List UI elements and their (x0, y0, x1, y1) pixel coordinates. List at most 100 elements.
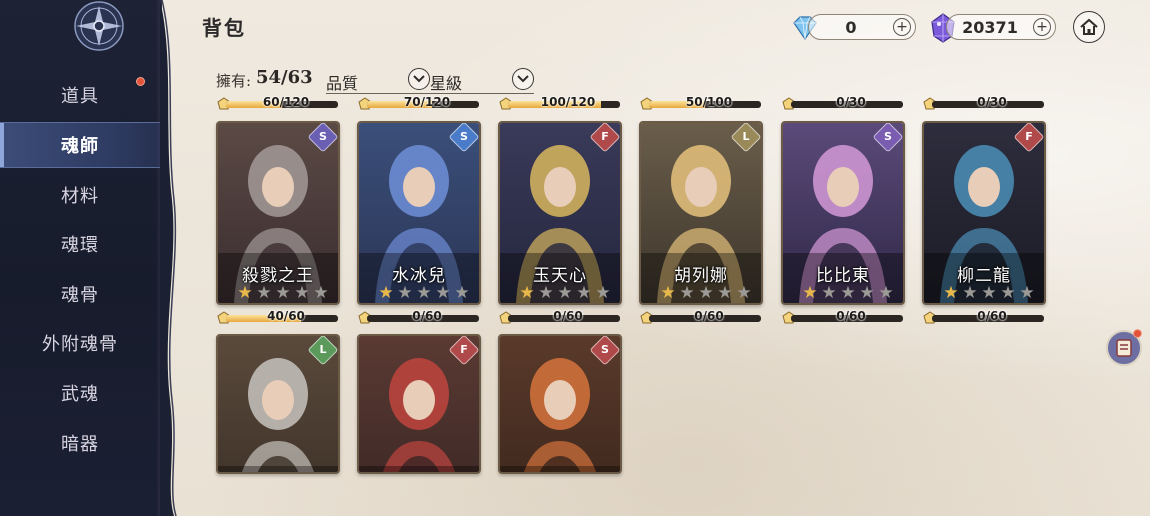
star-filter-label: 星級 (430, 74, 463, 93)
star-icon: ★ (378, 283, 394, 303)
card-progress-bar: 60/120 (216, 95, 340, 111)
star-icon: ★ (679, 283, 695, 303)
star-icon: ★ (275, 283, 291, 303)
star-icon: ★ (660, 283, 676, 303)
progress-text: 0/30 (977, 95, 1007, 109)
card-progress-bar: 0/60 (639, 309, 763, 325)
progress-text: 70/120 (403, 95, 451, 109)
card-progress-bar: 70/120 (357, 95, 481, 111)
soul-master-card[interactable]: L (216, 334, 340, 474)
chevron-down-icon (512, 68, 534, 90)
soul-master-card[interactable]: L 胡列娜 ★ ★ ★ ★ ★ (639, 121, 763, 305)
star-icon: ★ (519, 283, 535, 303)
diamond-value: 0 (845, 17, 857, 37)
progress-text: 0/60 (553, 309, 583, 323)
sidebar-item-materials[interactable]: 材料 (0, 172, 160, 218)
sidebar-item-label: 材料 (61, 186, 99, 207)
star-icon: ★ (313, 283, 329, 303)
star-icon: ★ (859, 283, 875, 303)
card-progress-bar: 0/60 (922, 309, 1046, 325)
star-rating: ★ ★ ★ ★ ★ (801, 284, 895, 302)
soul-master-card[interactable]: F 柳二龍 ★ ★ ★ ★ ★ (922, 121, 1046, 305)
logo-icon (74, 1, 124, 51)
sidebar-item-label: 武魂 (61, 384, 99, 405)
page-title: 背包 (202, 16, 246, 40)
star-icon: ★ (435, 283, 451, 303)
home-icon (1080, 18, 1098, 35)
card-progress-bar: 40/60 (216, 309, 340, 325)
progress-text: 100/120 (540, 95, 596, 109)
notification-dot-icon (136, 77, 145, 86)
soul-crystal-counter: 20371 + (946, 14, 1056, 40)
sidebar-item-label: 外附魂骨 (42, 334, 118, 355)
soul-master-card[interactable]: S 比比東 ★ ★ ★ ★ ★ (781, 121, 905, 305)
sidebar-item-label: 魂環 (61, 235, 99, 256)
soul-master-card[interactable]: S 水冰兒 ★ ★ ★ ★ ★ (357, 121, 481, 305)
star-icon: ★ (698, 283, 714, 303)
star-icon: ★ (802, 283, 818, 303)
sidebar-item-soul-masters[interactable]: 魂師 (0, 122, 160, 168)
scroll-icon (1116, 339, 1132, 357)
star-icon: ★ (538, 283, 554, 303)
card-progress-bar: 0/60 (357, 309, 481, 325)
sidebar-item-label: 魂骨 (61, 285, 99, 306)
sidebar-item-soul-rings[interactable]: 魂環 (0, 221, 160, 267)
soul-master-card[interactable]: S (498, 334, 622, 474)
sidebar: 道具 魂師 材料 魂環 魂骨 外附魂骨 武魂 暗器 (0, 0, 162, 516)
soul-master-card[interactable]: F (357, 334, 481, 474)
star-icon: ★ (981, 283, 997, 303)
star-icon: ★ (878, 283, 894, 303)
progress-text: 60/120 (262, 95, 310, 109)
progress-text: 50/100 (685, 95, 733, 109)
notification-dot-icon (1133, 329, 1142, 338)
soul-crystal-value: 20371 (962, 17, 1018, 37)
soul-master-card[interactable]: S 殺戮之王 ★ ★ ★ ★ ★ (216, 121, 340, 305)
sidebar-item-label: 道具 (61, 86, 99, 107)
star-icon: ★ (454, 283, 470, 303)
star-icon: ★ (1000, 283, 1016, 303)
star-icon: ★ (736, 283, 752, 303)
star-icon: ★ (237, 283, 253, 303)
card-progress-bar: 0/60 (781, 309, 905, 325)
card-progress-bar: 100/120 (498, 95, 622, 111)
card-progress-bar: 50/100 (639, 95, 763, 111)
sidebar-edge-ornament (160, 0, 177, 516)
quality-filter-dropdown[interactable]: 品質 (326, 68, 430, 94)
star-rating: ★ ★ ★ ★ ★ (236, 284, 330, 302)
sidebar-item-martial-souls[interactable]: 武魂 (0, 370, 160, 416)
star-icon: ★ (943, 283, 959, 303)
star-icon: ★ (1019, 283, 1035, 303)
card-progress-bar: 0/30 (922, 95, 1046, 111)
star-icon: ★ (397, 283, 413, 303)
chevron-down-icon (408, 68, 430, 90)
sidebar-item-label: 暗器 (61, 434, 99, 455)
home-button[interactable] (1073, 11, 1105, 43)
card-progress-bar: 0/30 (781, 95, 905, 111)
star-rating: ★ ★ ★ ★ ★ (659, 284, 753, 302)
progress-text: 0/30 (836, 95, 866, 109)
soul-master-card[interactable]: F 玉天心 ★ ★ ★ ★ ★ (498, 121, 622, 305)
star-icon: ★ (840, 283, 856, 303)
diamond-counter: 0 + (808, 14, 916, 40)
star-icon: ★ (416, 283, 432, 303)
star-icon: ★ (821, 283, 837, 303)
progress-text: 40/60 (267, 309, 305, 323)
star-icon: ★ (595, 283, 611, 303)
star-icon: ★ (717, 283, 733, 303)
star-filter-dropdown[interactable]: 星級 (430, 68, 534, 94)
star-icon: ★ (294, 283, 310, 303)
star-icon: ★ (962, 283, 978, 303)
progress-text: 0/60 (694, 309, 724, 323)
sidebar-item-soul-bones[interactable]: 魂骨 (0, 271, 160, 317)
star-rating: ★ ★ ★ ★ ★ (942, 284, 1036, 302)
sidebar-item-label: 魂師 (61, 136, 99, 157)
sidebar-item-hidden-weapons[interactable]: 暗器 (0, 420, 160, 466)
card-progress-bar: 0/60 (498, 309, 622, 325)
progress-text: 0/60 (977, 309, 1007, 323)
add-soul-crystal-button[interactable]: + (1033, 18, 1051, 36)
sidebar-item-external-soul-bones[interactable]: 外附魂骨 (0, 320, 160, 366)
progress-text: 0/60 (836, 309, 866, 323)
add-diamond-button[interactable]: + (893, 18, 911, 36)
star-icon: ★ (557, 283, 573, 303)
star-rating: ★ ★ ★ ★ ★ (518, 284, 612, 302)
